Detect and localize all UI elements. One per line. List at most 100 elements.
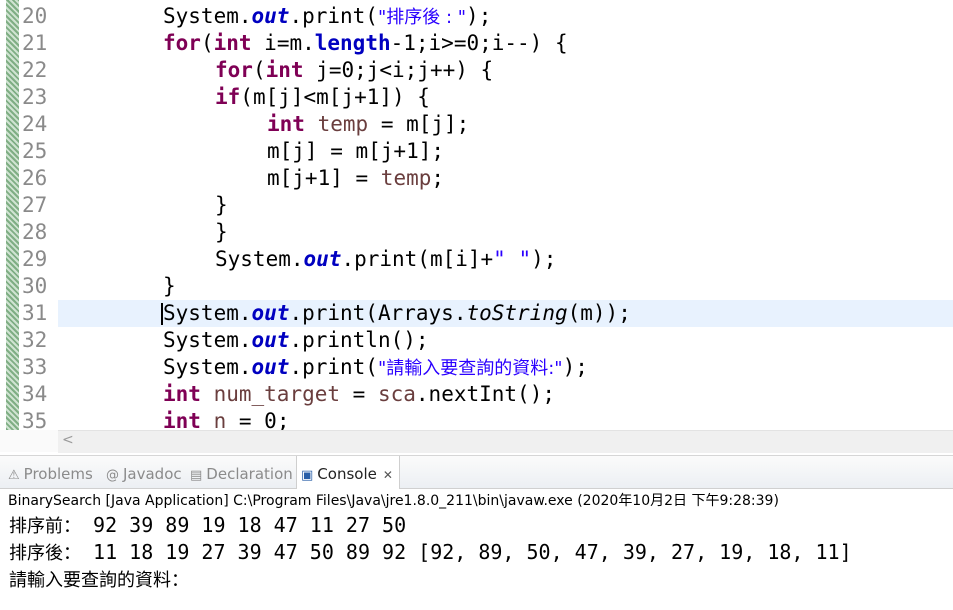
code-line-30[interactable]: } — [58, 273, 953, 300]
code-line-31-current[interactable]: System.out.print(Arrays.toString(m)); — [58, 300, 953, 327]
code-token: -1;i>=0;i--) { — [390, 31, 568, 55]
scroll-left-icon[interactable]: < — [62, 432, 74, 448]
horizontal-scrollbar[interactable]: < — [58, 430, 953, 453]
console-output-line: 排序前： 92 39 89 19 18 47 11 27 50 — [9, 512, 406, 538]
code-token: (m)); — [567, 301, 631, 325]
line-number: 25 — [22, 139, 48, 163]
tab-console[interactable]: ▣ Console ✕ — [296, 456, 400, 489]
tab-label: Console — [317, 465, 377, 483]
keyword: if — [215, 85, 241, 109]
code-token: System. — [163, 355, 252, 379]
code-line-27[interactable]: } — [58, 192, 953, 219]
code-line-35[interactable]: int n = 0; — [58, 408, 953, 430]
code-token: System. — [163, 328, 252, 352]
line-number: 31 — [22, 301, 48, 325]
code-token: i=m. — [251, 31, 315, 55]
code-token: } — [215, 193, 228, 217]
local-variable: temp — [317, 112, 369, 136]
code-line-26[interactable]: m[j+1] = temp; — [58, 165, 953, 192]
code-token: = m[j]; — [368, 112, 470, 136]
line-number: 33 — [22, 355, 48, 379]
code-line-34[interactable]: int num_target = sca.nextInt(); — [58, 381, 953, 408]
close-icon[interactable]: ✕ — [383, 468, 393, 482]
line-number: 28 — [22, 220, 48, 244]
keyword: for — [215, 58, 253, 82]
line-number: 22 — [22, 58, 48, 82]
code-token: = — [340, 382, 378, 406]
declaration-icon: ▤ — [190, 468, 203, 483]
code-line-33[interactable]: System.out.print("請輸入要查詢的資料:"); — [58, 354, 953, 381]
console-output-line: 排序後： 11 18 19 27 39 47 50 89 92 [92, 89,… — [9, 539, 852, 565]
code-token: System. — [163, 4, 252, 28]
code-token: .println(); — [289, 328, 429, 352]
line-number: 23 — [22, 85, 48, 109]
field-token: length — [314, 31, 391, 55]
code-token: (m[j]<m[j+1]) { — [240, 85, 430, 109]
code-line-21[interactable]: for(int i=m.length-1;i>=0;i--) { — [58, 30, 953, 57]
code-token: m[j+1] = — [267, 166, 381, 190]
line-number: 20 — [22, 4, 48, 28]
code-token: out — [251, 4, 290, 28]
line-number: 29 — [22, 247, 48, 271]
tab-problems[interactable]: ⚠ Problems — [8, 456, 93, 488]
line-number: 30 — [22, 274, 48, 298]
code-line-23[interactable]: if(m[j]<m[j+1]) { — [58, 84, 953, 111]
code-line-32[interactable]: System.out.println(); — [58, 327, 953, 354]
tab-javadoc[interactable]: @ Javadoc — [106, 456, 182, 488]
keyword: int — [163, 409, 201, 430]
field-token: out — [251, 355, 290, 379]
console-text: 請輸入要查詢的資料： — [9, 570, 189, 591]
keyword: for — [163, 31, 201, 55]
local-variable: temp — [380, 166, 432, 190]
views-tab-bar: ⚠ Problems @ Javadoc ▤ Declaration ▣ Console… — [0, 455, 953, 489]
code-token: System. — [163, 301, 252, 325]
code-line-28[interactable]: } — [58, 219, 953, 246]
code-token: ( — [252, 58, 266, 82]
tab-label: Problems — [23, 465, 93, 483]
code-token: ); — [531, 247, 557, 271]
code-token: .print(m[i]+ — [341, 247, 494, 271]
code-token: .print( — [289, 4, 378, 28]
tab-label: Declaration — [206, 465, 293, 483]
console-icon: ▣ — [301, 468, 314, 483]
console-input-prompt[interactable]: 請輸入要查詢的資料： — [9, 566, 189, 592]
code-token: } — [215, 220, 228, 244]
local-variable: n — [213, 409, 227, 430]
console-text: 排序後： — [9, 543, 81, 564]
line-number: 24 — [22, 112, 48, 136]
code-token: ; — [431, 166, 445, 190]
line-number: 35 — [22, 409, 48, 430]
code-token: j=0;j<i;j++) { — [303, 58, 494, 82]
string-literal: "請輸入要查詢的資料:" — [377, 358, 563, 379]
tab-declaration[interactable]: ▤ Declaration — [190, 456, 293, 488]
code-token: ); — [466, 4, 492, 28]
tab-label: Javadoc — [123, 465, 182, 483]
line-number: 27 — [22, 193, 48, 217]
code-token: ); — [562, 355, 588, 379]
overview-ruler — [6, 0, 19, 430]
field-token: out — [251, 301, 290, 325]
scroll-corner — [0, 430, 58, 452]
local-variable: sca — [377, 382, 416, 406]
code-token: .print( — [289, 355, 378, 379]
code-line-25[interactable]: m[j] = m[j+1]; — [58, 138, 953, 165]
field-token: out — [251, 328, 290, 352]
line-number: 34 — [22, 382, 48, 406]
code-line-29[interactable]: System.out.print(m[i]+" "); — [58, 246, 953, 273]
code-line-24[interactable]: int temp = m[j]; — [58, 111, 953, 138]
field-token: out — [303, 247, 342, 271]
line-number: 21 — [22, 31, 48, 55]
javadoc-icon: @ — [106, 468, 119, 483]
code-token: .nextInt(); — [415, 382, 555, 406]
line-number: 32 — [22, 328, 48, 352]
code-editor[interactable]: 20 21 22 23 24 25 26 27 28 29 30 31 32 3… — [0, 0, 953, 430]
code-line-22[interactable]: for(int j=0;j<i;j++) { — [58, 57, 953, 84]
line-number: 26 — [22, 166, 48, 190]
console-text: 92 39 89 19 18 47 11 27 50 — [81, 513, 407, 537]
code-token: System. — [215, 247, 304, 271]
code-line-20[interactable]: System.out.print("排序後 : "); — [58, 3, 953, 30]
keyword: int — [213, 31, 252, 55]
string-literal: " " — [493, 247, 532, 271]
